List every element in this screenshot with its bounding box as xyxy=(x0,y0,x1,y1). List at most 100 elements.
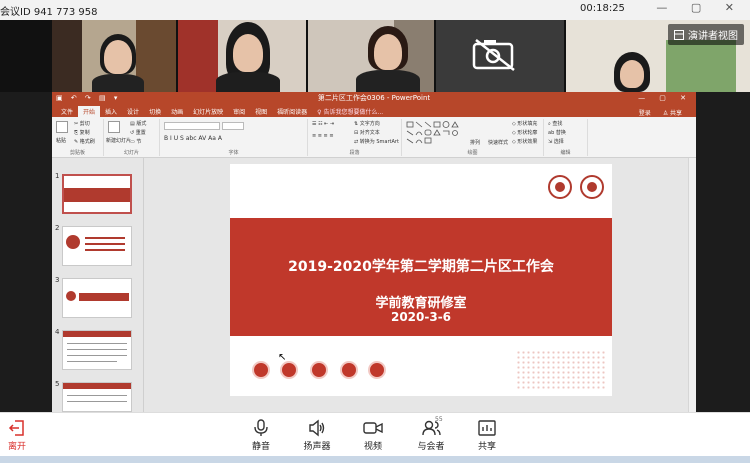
group-font: B I U S abc AV Aa A 字体 xyxy=(160,119,308,156)
alignment-buttons[interactable]: ≡ ≡ ≡ ≡ xyxy=(312,133,334,139)
slide-thumbnail-1[interactable] xyxy=(62,174,132,214)
smartart-button[interactable]: ⇄ 转换为 SmartArt xyxy=(354,138,399,145)
arrange-button[interactable]: 排列 xyxy=(470,139,480,146)
slide-icon-circle xyxy=(368,361,386,379)
ppt-window-controls[interactable]: — ▢ ✕ xyxy=(638,92,692,105)
slide-number: 3 xyxy=(55,276,60,284)
leave-button[interactable]: 离开 xyxy=(0,419,42,452)
copy-button[interactable]: ⎘ 复制 xyxy=(74,129,90,136)
paste-button[interactable]: 粘贴 xyxy=(56,137,66,144)
exit-icon xyxy=(8,420,24,436)
tell-me-box[interactable]: ♀ 告诉我您想要做什么... xyxy=(312,106,388,117)
video-tile-2[interactable] xyxy=(178,20,306,92)
tab-file[interactable]: 文件 xyxy=(56,106,78,117)
shape-effect-button[interactable]: ◇ 形状效果 xyxy=(512,138,537,145)
video-camera-icon xyxy=(363,422,383,434)
meeting-timer: 00:18:25 xyxy=(580,3,625,14)
slide-thumbnail-4[interactable] xyxy=(62,330,132,370)
share-label: 共享 xyxy=(477,442,496,452)
video-strip: 演讲者视图 xyxy=(0,20,750,92)
new-slide-icon[interactable] xyxy=(108,121,120,133)
cut-button[interactable]: ✂ 剪切 xyxy=(74,120,90,127)
mute-button[interactable]: 静音 xyxy=(236,419,286,452)
group-clipboard: 粘贴 ✂ 剪切 ⎘ 复制 ✎ 格式刷 剪贴板 xyxy=(52,119,104,156)
group-label-drawing: 绘图 xyxy=(467,150,478,156)
mouse-cursor-icon: ↖ xyxy=(278,352,287,363)
shape-outline-button[interactable]: ◇ 形状轮廓 xyxy=(512,129,537,136)
mute-label: 静音 xyxy=(251,442,270,452)
slide-thumbnail-3[interactable] xyxy=(62,278,132,318)
slide-icon-circle xyxy=(280,361,298,379)
participants-button[interactable]: 55 与会者 xyxy=(406,416,456,452)
ppt-workspace: 1 2 3 4 5 2019-2020学年第二学期第二片区工作会 学前教育研修室… xyxy=(52,158,696,412)
reset-button[interactable]: ↺ 重置 xyxy=(130,129,146,136)
slide-icon-circle xyxy=(310,361,328,379)
paste-icon[interactable] xyxy=(56,121,68,133)
group-slides: 新建幻灯片 ▤ 版式 ↺ 重置 ▭ 节 幻灯片 xyxy=(104,119,160,156)
slide-thumbnails-pane: 1 2 3 4 5 xyxy=(52,158,144,412)
video-label: 视频 xyxy=(363,442,382,452)
video-button[interactable]: 视频 xyxy=(348,419,398,452)
video-tile-1[interactable] xyxy=(52,20,176,92)
shapes-gallery-icon[interactable] xyxy=(406,121,466,147)
window-controls[interactable]: — ▢ ✕ xyxy=(656,1,744,14)
format-painter-button[interactable]: ✎ 格式刷 xyxy=(74,138,95,145)
ribbon-tabs: 文件 开始 插入 设计 切换 动画 幻灯片放映 审阅 视图 福昕阅读器 ♀ 告诉… xyxy=(52,105,696,117)
shape-fill-button[interactable]: ◇ 形状填充 xyxy=(512,120,537,127)
tab-home[interactable]: 开始 xyxy=(78,106,101,117)
slide-canvas[interactable]: 2019-2020学年第二学期第二片区工作会 学前教育研修室 2020-3-6 xyxy=(230,164,612,396)
quick-styles-button[interactable]: 快速样式 xyxy=(488,139,508,146)
speaker-button[interactable]: 扬声器 xyxy=(292,419,342,452)
video-tile-4-camera-off[interactable] xyxy=(436,20,564,92)
slide-date: 2020-3-6 xyxy=(390,310,452,324)
share-screen-button[interactable]: 共享 xyxy=(462,419,512,452)
ppt-title-bar: ▣ ↶ ↷ ▤ ▾ 第二片区工作会0306 - PowerPoint — ▢ ✕ xyxy=(52,92,696,105)
select-button[interactable]: ⇲ 选择 xyxy=(548,138,564,145)
slide-number: 2 xyxy=(55,224,60,232)
tab-review[interactable]: 审阅 xyxy=(228,106,250,117)
slide-icon-circle xyxy=(252,361,270,379)
school-logo-right xyxy=(580,175,604,199)
slide-icon-circle xyxy=(340,361,358,379)
participants-label: 与会者 xyxy=(417,442,445,452)
decorative-dot-pattern xyxy=(516,350,606,390)
slide-thumbnail-2[interactable] xyxy=(62,226,132,266)
slide-subtitle: 学前教育研修室 xyxy=(375,296,467,311)
slide-title-banner: 2019-2020学年第二学期第二片区工作会 学前教育研修室 2020-3-6 xyxy=(230,218,612,336)
font-format-buttons[interactable]: B I U S abc AV Aa A xyxy=(164,135,222,142)
font-size-box[interactable] xyxy=(222,122,244,130)
desktop-taskbar-strip xyxy=(0,456,750,463)
group-label-clipboard: 剪贴板 xyxy=(69,150,85,156)
tab-transitions[interactable]: 切换 xyxy=(144,106,166,117)
tab-insert[interactable]: 插入 xyxy=(100,106,122,117)
tab-slideshow[interactable]: 幻灯片放映 xyxy=(188,106,228,117)
group-label-paragraph: 段落 xyxy=(349,150,360,156)
align-text-button[interactable]: ⊟ 对齐文本 xyxy=(354,129,380,136)
find-button[interactable]: ⌕ 查找 xyxy=(548,120,562,127)
slide-thumbnail-5[interactable] xyxy=(62,382,132,412)
bullets-buttons[interactable]: ☰ ☷ ⇤ ⇥ xyxy=(312,121,334,127)
school-logo-left xyxy=(548,175,572,199)
replace-button[interactable]: ab 替换 xyxy=(548,129,566,136)
font-name-box[interactable] xyxy=(164,122,220,130)
group-label-slides: 幻灯片 xyxy=(123,150,139,156)
vertical-scrollbar[interactable] xyxy=(688,158,696,412)
group-paragraph: ☰ ☷ ⇤ ⇥ ⇅ 文字方向 ⊟ 对齐文本 ⇄ 转换为 SmartArt ≡ ≡… xyxy=(308,119,402,156)
tab-design[interactable]: 设计 xyxy=(122,106,144,117)
tab-foxit[interactable]: 福昕阅读器 xyxy=(272,106,312,117)
text-direction-button[interactable]: ⇅ 文字方向 xyxy=(354,120,380,127)
layout-button[interactable]: ▤ 版式 xyxy=(130,120,146,127)
speaker-label: 扬声器 xyxy=(303,442,331,452)
quick-access-toolbar[interactable]: ▣ ↶ ↷ ▤ ▾ xyxy=(56,92,120,105)
group-drawing: 排列 快速样式 ◇ 形状填充 ◇ 形状轮廓 ◇ 形状效果 绘图 xyxy=(402,119,544,156)
share-screen-icon xyxy=(478,420,496,436)
group-label-font: 字体 xyxy=(228,150,239,156)
presenter-view-button[interactable]: 演讲者视图 xyxy=(668,24,744,45)
tab-animations[interactable]: 动画 xyxy=(166,106,188,117)
tab-view[interactable]: 视图 xyxy=(250,106,272,117)
section-button[interactable]: ▭ 节 xyxy=(130,138,141,145)
group-editing: ⌕ 查找 ab 替换 ⇲ 选择 编辑 xyxy=(544,119,588,156)
video-tile-3[interactable] xyxy=(308,20,434,92)
ribbon-home: 粘贴 ✂ 剪切 ⎘ 复制 ✎ 格式刷 剪贴板 新建幻灯片 ▤ 版式 ↺ 重置 ▭… xyxy=(52,117,696,158)
new-slide-button[interactable]: 新建幻灯片 xyxy=(106,137,131,144)
